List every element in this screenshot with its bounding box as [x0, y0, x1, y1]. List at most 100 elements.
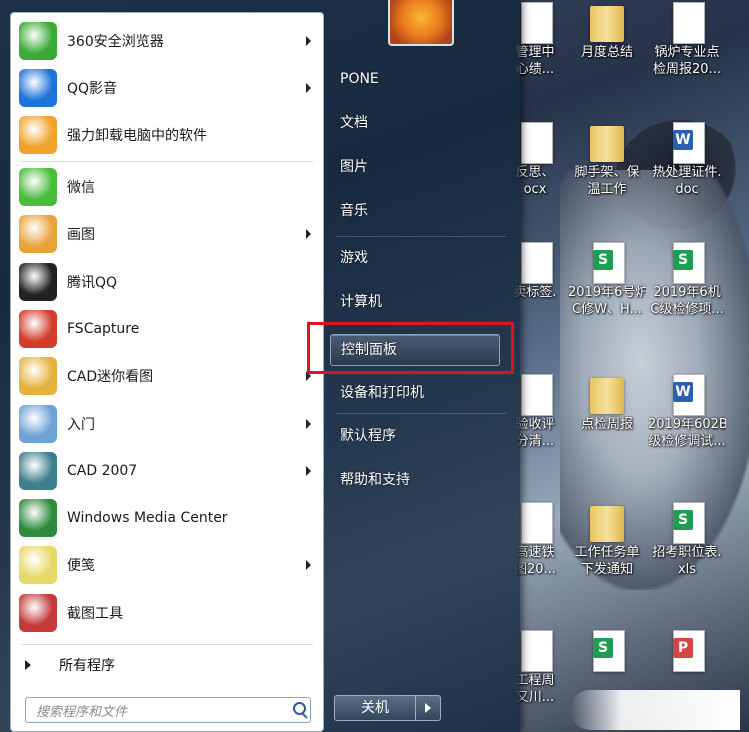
right-menu-item[interactable]: 音乐 [330, 196, 520, 226]
watermark [570, 690, 740, 730]
document-icon: P [667, 628, 707, 672]
submenu-arrow-icon[interactable] [306, 560, 311, 571]
desktop-icon-label: 工作任务单 [574, 545, 640, 560]
program-name: QQ影音 [67, 81, 118, 97]
right-menu-item[interactable]: 默认程序 [330, 421, 520, 451]
right-menu-item[interactable]: 帮助和支持 [330, 465, 520, 495]
program-name: CAD迷你看图 [67, 369, 154, 386]
program-item[interactable]: Windows Media Center [11, 496, 323, 540]
program-item[interactable]: 画图 [11, 212, 323, 256]
document-icon [515, 0, 555, 44]
right-menu-item[interactable]: 设备和打印机 [330, 378, 520, 408]
desktop-icon-label: 下发通知 [580, 562, 633, 577]
desktop-icon-label: 级检修调试... [648, 434, 726, 449]
shutdown-options-arrow-icon[interactable] [416, 695, 441, 721]
right-menu-item[interactable]: 计算机 [330, 287, 520, 317]
program-item[interactable]: FSCapture [11, 307, 323, 351]
desktop-icon-label: 温工作 [587, 182, 627, 197]
program-item[interactable]: 便笺 [11, 543, 323, 587]
desktop-icon[interactable]: 锅炉专业点 检周报20... [648, 0, 726, 78]
document-icon: W [667, 120, 707, 164]
right-menu-item[interactable]: 图片 [330, 152, 520, 182]
document-icon [515, 500, 555, 544]
file-type-badge: S [673, 250, 693, 270]
wechat-icon [19, 168, 57, 206]
file-type-badge: S [593, 638, 613, 658]
program-item[interactable]: 强力卸载电脑中的软件 [11, 113, 323, 157]
program-item[interactable]: 入门 [11, 402, 323, 446]
document-icon: S [667, 500, 707, 544]
desktop-icon[interactable]: W 热处理证件. doc [648, 120, 726, 198]
expand-arrow-icon [25, 660, 31, 670]
desktop-icon[interactable]: W 2019年602B 级检修调试... [648, 372, 726, 450]
file-type-badge: W [673, 130, 693, 150]
document-icon [515, 120, 555, 164]
desktop-icon-label: 2019年6机 [653, 285, 721, 300]
program-item[interactable]: 微信 [11, 165, 323, 209]
program-item[interactable]: CAD 2007 [11, 449, 323, 493]
program-name: 画图 [67, 227, 95, 244]
all-programs-label: 所有程序 [59, 658, 115, 674]
sticky-notes-icon [19, 546, 57, 585]
program-item[interactable]: 腾讯QQ [11, 260, 323, 304]
submenu-arrow-icon[interactable] [306, 465, 311, 476]
program-name: 截图工具 [67, 605, 123, 622]
search-placeholder: 搜索程序和文件 [36, 704, 128, 720]
desktop-icon[interactable]: 月度总结 [568, 0, 646, 61]
document-icon [515, 372, 555, 416]
desktop-icon[interactable]: P [648, 628, 726, 672]
folder-icon [587, 120, 627, 164]
right-menu-item[interactable]: 游戏 [330, 243, 520, 273]
search-icon[interactable] [288, 699, 310, 721]
submenu-arrow-icon[interactable] [306, 229, 311, 240]
desktop-icon-label: 脚手架、保 [574, 165, 640, 180]
shutdown-control: 关机 [334, 695, 442, 721]
desktop-icon[interactable]: 工作任务单 下发通知 [568, 500, 646, 578]
file-type-badge: P [673, 638, 693, 658]
desktop-icon[interactable]: 脚手架、保 温工作 [568, 120, 646, 198]
submenu-arrow-icon[interactable] [306, 36, 311, 46]
fscapture-icon [19, 309, 57, 348]
program-name: Windows Media Center [67, 510, 228, 527]
search-input[interactable]: 搜索程序和文件 [25, 697, 311, 723]
desktop-icon[interactable]: S 2019年6机 C级检修项... [648, 240, 726, 318]
highlight-annotation-box [307, 322, 514, 374]
desktop-icon-label: 锅炉专业点 [654, 45, 720, 60]
autocad-icon [19, 451, 57, 490]
desktop-icon-label: doc [675, 182, 699, 197]
folder-icon [587, 500, 627, 544]
right-menu-item[interactable]: 文档 [330, 108, 520, 138]
desktop-icon[interactable]: S [568, 628, 646, 672]
submenu-arrow-icon[interactable] [306, 83, 311, 93]
right-menu-item[interactable]: PONE [330, 64, 520, 94]
all-programs-button[interactable]: 所有程序 [11, 650, 323, 680]
program-item[interactable]: 截图工具 [11, 591, 323, 635]
snipping-tool-icon [19, 593, 57, 632]
program-item[interactable]: CAD迷你看图 [11, 354, 323, 398]
shutdown-button[interactable]: 关机 [334, 695, 416, 721]
program-name: FSCapture [67, 320, 140, 337]
desktop-icon-label: xls [677, 562, 697, 577]
paint-icon [19, 215, 57, 254]
getting-started-icon [19, 404, 57, 443]
desktop-icon[interactable]: S 招考职位表. xls [648, 500, 726, 578]
document-icon: S [587, 240, 627, 284]
360-browser-icon [19, 22, 57, 60]
desktop-icon[interactable]: 点检周报 [568, 372, 646, 433]
program-item[interactable]: QQ影音 [11, 66, 323, 110]
qq-player-icon [19, 69, 57, 107]
desktop-icon-label: C级检修项... [650, 302, 724, 317]
programs-pane: 360安全浏览器 QQ影音强力卸载电脑中的软件 微信画图腾讯QQ FSCapture C… [10, 12, 324, 732]
desktop-icon[interactable]: S 2019年6号炉 C修W、H... [568, 240, 646, 318]
user-avatar[interactable] [388, 0, 454, 46]
divider [21, 644, 313, 645]
document-icon: S [667, 240, 707, 284]
program-item[interactable]: 360安全浏览器 [11, 19, 323, 63]
document-icon [515, 628, 555, 672]
desktop-icon-label: 热处理证件. [652, 165, 722, 180]
document-icon: W [667, 372, 707, 416]
desktop-icon-label: 月度总结 [580, 45, 633, 60]
submenu-arrow-icon[interactable] [306, 418, 311, 429]
program-name: CAD 2007 [67, 462, 138, 479]
file-type-badge: S [673, 510, 693, 530]
